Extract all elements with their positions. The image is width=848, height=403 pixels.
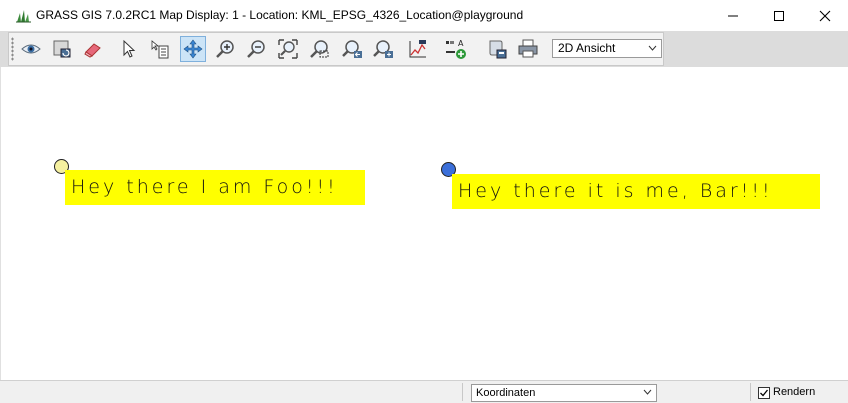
grass-app-icon (15, 7, 32, 24)
statusbar-mode-value: Koordinaten (476, 387, 536, 399)
pointer-icon (123, 39, 136, 58)
chevron-down-icon (643, 389, 652, 395)
zoom-extent-button[interactable] (275, 36, 301, 62)
view-mode-select[interactable]: 2D Ansicht (552, 39, 662, 58)
map-toolbar: A 2D Ansicht (8, 32, 664, 66)
render-icon (53, 40, 71, 58)
zoom-back-icon (342, 40, 362, 58)
display-map-button[interactable] (18, 36, 44, 62)
close-button[interactable] (802, 0, 848, 31)
view-mode-value: 2D Ansicht (558, 41, 616, 55)
query-button[interactable] (147, 36, 173, 62)
render-map-button[interactable] (49, 36, 75, 62)
eraser-icon (84, 43, 101, 58)
render-checkbox[interactable] (758, 387, 770, 399)
save-image-icon (489, 40, 507, 59)
zoom-options-icon (373, 40, 393, 58)
pan-button[interactable] (180, 36, 206, 62)
minimize-button[interactable] (710, 0, 756, 31)
minimize-icon (728, 15, 738, 16)
zoom-region-icon (310, 40, 329, 58)
status-separator (462, 383, 463, 401)
status-bar: Koordinaten Rendern (0, 380, 848, 403)
map-canvas[interactable]: Hey there I am Foo!!! Hey there it is me… (0, 67, 848, 380)
maximize-button[interactable] (756, 0, 802, 31)
close-icon (819, 10, 831, 21)
decorations-button[interactable]: A (443, 36, 469, 62)
zoom-region-button[interactable] (306, 36, 332, 62)
zoom-back-button[interactable] (339, 36, 365, 62)
zoom-in-icon (216, 40, 234, 58)
svg-text:A: A (458, 39, 464, 48)
zoom-in-button[interactable] (212, 36, 238, 62)
analyze-icon (409, 40, 426, 58)
render-checkbox-label: Rendern (773, 386, 816, 398)
erase-display-button[interactable] (80, 36, 106, 62)
title-bar: GRASS GIS 7.0.2RC1 Map Display: 1 - Loca… (0, 0, 848, 32)
eye-icon (21, 44, 41, 54)
zoom-out-icon (247, 40, 265, 58)
status-separator (750, 383, 751, 401)
map-label-bar: Hey there it is me, Bar!!! (452, 174, 820, 209)
query-icon (151, 40, 169, 59)
pan-icon (183, 39, 203, 59)
window-title: GRASS GIS 7.0.2RC1 Map Display: 1 - Loca… (36, 8, 524, 22)
analyze-button[interactable] (405, 36, 431, 62)
print-icon (518, 39, 538, 58)
maximize-icon (774, 10, 784, 21)
overlay-icon: A (446, 39, 466, 59)
print-button[interactable] (515, 36, 541, 62)
chevron-down-icon (648, 45, 657, 51)
save-image-button[interactable] (484, 36, 510, 62)
toolbar-grip[interactable] (11, 37, 14, 61)
pointer-button[interactable] (116, 36, 142, 62)
checkmark-icon (760, 389, 769, 397)
zoom-out-button[interactable] (243, 36, 269, 62)
statusbar-mode-select[interactable]: Koordinaten (471, 384, 657, 402)
map-label-foo: Hey there I am Foo!!! (65, 170, 365, 205)
zoom-options-button[interactable] (370, 36, 396, 62)
zoom-extent-icon (278, 39, 298, 59)
